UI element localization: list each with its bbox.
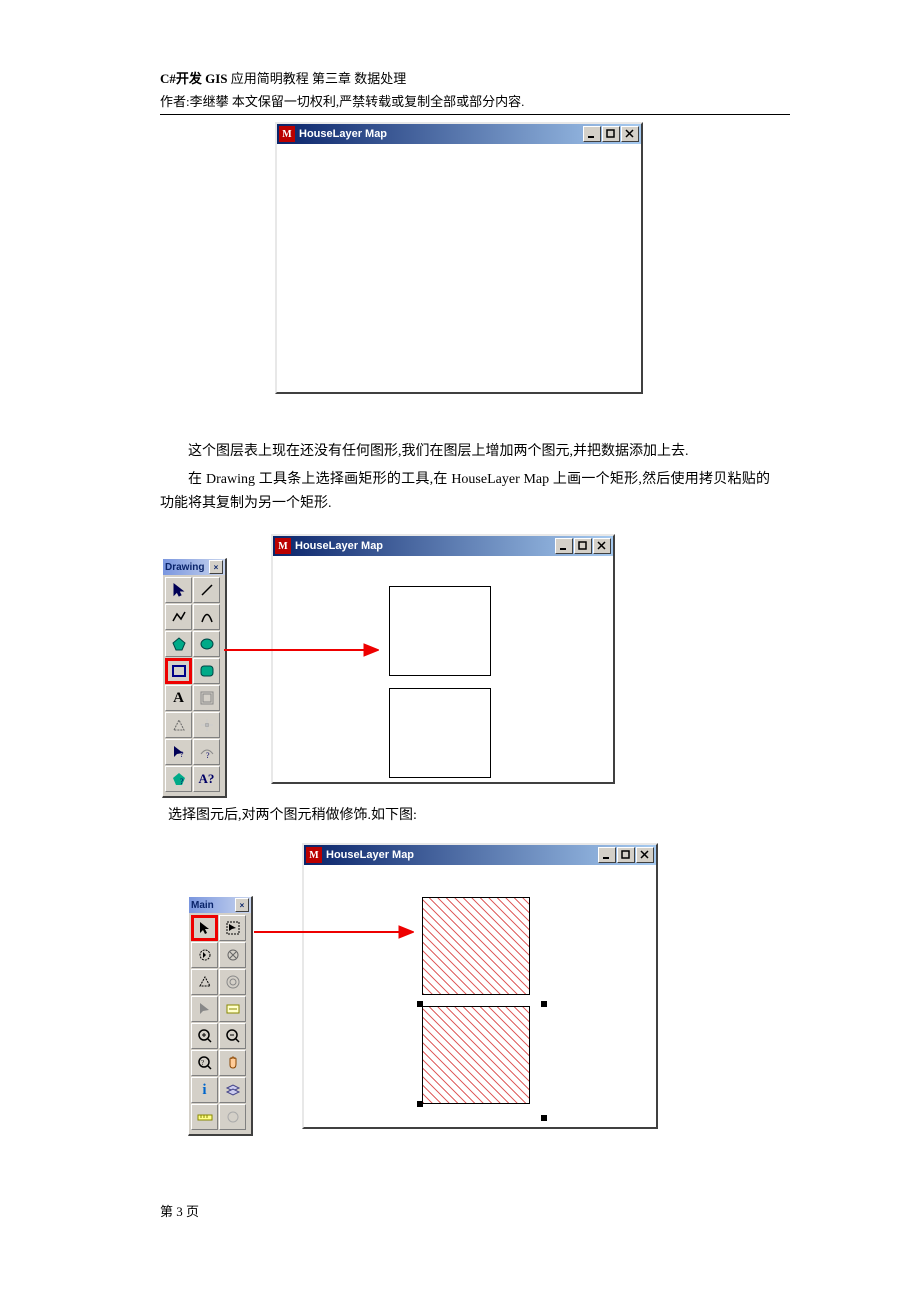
lasso-tool[interactable] [219, 942, 246, 968]
pointer-arrow-2 [254, 922, 414, 942]
maximize-button[interactable] [602, 126, 620, 142]
svg-text:?: ? [180, 750, 184, 759]
app-icon: M [306, 847, 322, 863]
paragraph-2: 在 Drawing 工具条上选择画矩形的工具,在 HouseLayer Map … [160, 468, 770, 516]
maximize-button[interactable] [617, 847, 635, 863]
window-canvas[interactable] [304, 865, 656, 1127]
toolbox-titlebar[interactable]: Main × [189, 897, 251, 913]
selection-handle[interactable] [417, 1101, 423, 1107]
pan-tool[interactable] [219, 1050, 246, 1076]
toolbox-titlebar[interactable]: Drawing × [163, 559, 225, 575]
sub-select-tool[interactable] [191, 996, 218, 1022]
doc-header: C#开发 GIS 应用简明教程 第三章 数据处理 作者:李继攀 本文保留一切权利… [160, 68, 790, 115]
selected-shape-group[interactable] [417, 1001, 533, 1107]
label-tool[interactable] [219, 996, 246, 1022]
toolbox-close-button[interactable]: × [209, 560, 223, 574]
minimize-button[interactable] [598, 847, 616, 863]
svg-text:?: ? [201, 1059, 204, 1067]
drawing-toolbox[interactable]: Drawing × A??? A? [162, 558, 227, 798]
maximize-button[interactable] [574, 538, 592, 554]
polygon-select-tool[interactable] [191, 969, 218, 995]
doc-author-line: 作者:李继攀 本文保留一切权利,严禁转载或复制全部或部分内容. [160, 91, 790, 110]
roundrect-tool[interactable] [193, 658, 220, 684]
arc-tool[interactable] [193, 604, 220, 630]
text-tool[interactable]: A [165, 685, 192, 711]
selection-handle[interactable] [541, 1115, 547, 1121]
add-node-tool[interactable] [165, 712, 192, 738]
polyline-tool[interactable] [165, 604, 192, 630]
layer-tool[interactable] [219, 1077, 246, 1103]
page-number: 第 3 页 [160, 1201, 199, 1220]
minimize-button[interactable] [583, 126, 601, 142]
zoom-in-tool[interactable] [191, 1023, 218, 1049]
toolbox-title-text: Drawing [165, 562, 204, 573]
paragraph-1: 这个图层表上现在还没有任何图形,我们在图层上增加两个图元,并把数据添加上去. [160, 440, 770, 464]
polygon-tool[interactable] [165, 631, 192, 657]
window-canvas[interactable] [273, 556, 613, 782]
app-icon: M [279, 126, 295, 142]
rectangle-shape-2[interactable] [389, 688, 491, 778]
window-title: HouseLayer Map [299, 128, 583, 140]
select-tool[interactable] [165, 577, 192, 603]
window-title: HouseLayer Map [326, 849, 598, 861]
window-title: HouseLayer Map [295, 540, 555, 552]
ruler-tool[interactable] [191, 1104, 218, 1130]
frame-tool[interactable] [193, 685, 220, 711]
marquee-tool[interactable] [191, 942, 218, 968]
region-style-tool[interactable]: ? [165, 766, 192, 792]
circle-select-tool[interactable] [219, 969, 246, 995]
zoom-region-tool[interactable]: ? [191, 1050, 218, 1076]
main-toolbox[interactable]: Main × ? i [188, 896, 253, 1136]
rectangle-tool[interactable] [165, 658, 192, 684]
ellipse-tool[interactable] [193, 631, 220, 657]
hatched-rectangle-2[interactable] [422, 1006, 530, 1104]
move-node-tool[interactable] [193, 712, 220, 738]
line-tool[interactable] [193, 577, 220, 603]
window-titlebar[interactable]: M HouseLayer Map [277, 124, 641, 144]
style-tool[interactable]: ? [165, 739, 192, 765]
minimize-button[interactable] [555, 538, 573, 554]
hatched-rectangle-1[interactable] [422, 897, 530, 995]
window-titlebar[interactable]: M HouseLayer Map [304, 845, 656, 865]
pointer-arrow-1 [224, 640, 379, 660]
zoom-out-tool[interactable] [219, 1023, 246, 1049]
window-titlebar[interactable]: M HouseLayer Map [273, 536, 613, 556]
select-rect-tool[interactable] [219, 915, 246, 941]
close-button[interactable] [621, 126, 639, 142]
svg-text:?: ? [180, 777, 184, 786]
text-style-tool[interactable]: A? [193, 766, 220, 792]
info-tool[interactable]: i [191, 1077, 218, 1103]
extra-tool[interactable] [219, 1104, 246, 1130]
doc-title-line: C#开发 GIS 应用简明教程 第三章 数据处理 [160, 68, 790, 87]
selection-handle[interactable] [541, 1001, 547, 1007]
app-icon: M [275, 538, 291, 554]
toolbox-close-button[interactable]: × [235, 898, 249, 912]
toolbox-title-text: Main [191, 900, 214, 911]
paragraph-3: 选择图元后,对两个图元稍做修饰.如下图: [168, 804, 768, 828]
rectangle-shape-1[interactable] [389, 586, 491, 676]
window-houselayer-3[interactable]: M HouseLayer Map [302, 843, 658, 1129]
arrow-tool[interactable] [191, 915, 218, 941]
header-divider [160, 114, 790, 115]
close-button[interactable] [593, 538, 611, 554]
options-tool[interactable]: ? [193, 739, 220, 765]
close-button[interactable] [636, 847, 654, 863]
selection-handle[interactable] [417, 1001, 423, 1007]
window-houselayer-1[interactable]: M HouseLayer Map [275, 122, 643, 394]
svg-text:?: ? [206, 751, 210, 760]
